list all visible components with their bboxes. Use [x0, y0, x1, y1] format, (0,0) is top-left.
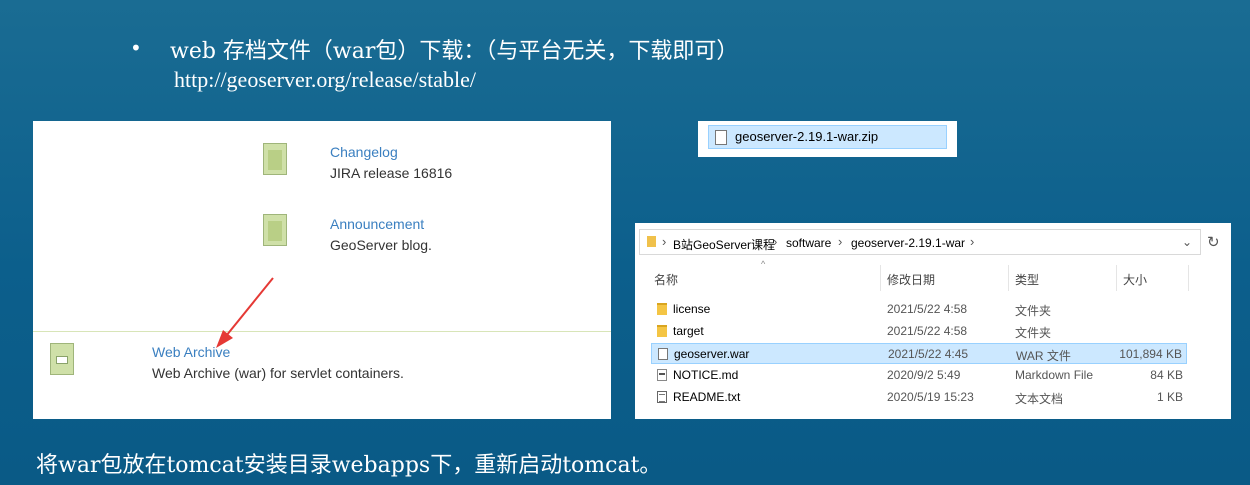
- file-name: license: [673, 302, 711, 316]
- file-type: Markdown File: [1015, 368, 1094, 382]
- file-row-geoserver-war[interactable]: geoserver.war 2021/5/22 4:45 WAR 文件 101,…: [651, 343, 1187, 364]
- slide-heading: web 存档文件（war包）下载：（与平台无关，下载即可）: [170, 39, 739, 64]
- file-size: 84 KB: [1150, 368, 1183, 382]
- column-divider[interactable]: [1116, 265, 1117, 291]
- file-type: 文件夹: [1015, 326, 1052, 340]
- breadcrumb-chevron-icon: ›: [773, 234, 778, 249]
- column-divider[interactable]: [1188, 265, 1189, 291]
- zip-file-name: geoserver-2.19.1-war.zip: [735, 129, 879, 144]
- address-bar[interactable]: › B站GeoServer课程 › software › geoserver-2…: [639, 229, 1201, 255]
- breadcrumb-chevron-icon: ›: [970, 234, 975, 249]
- address-dropdown-icon[interactable]: ⌄: [1182, 235, 1192, 249]
- zip-file-row[interactable]: geoserver-2.19.1-war.zip: [708, 125, 947, 149]
- file-name: geoserver.war: [674, 347, 750, 361]
- refresh-icon[interactable]: ↻: [1207, 233, 1220, 251]
- breadcrumb-chevron-icon: ›: [838, 234, 843, 249]
- column-header-size[interactable]: 大小: [1123, 271, 1147, 288]
- file-row-readme[interactable]: README.txt 2020/5/19 15:23 文本文档 1 KB: [651, 387, 1187, 408]
- file-type: 文件夹: [1015, 304, 1052, 318]
- file-size: 101,894 KB: [1119, 347, 1182, 361]
- file-row-target[interactable]: target 2021/5/22 4:58 文件夹: [651, 321, 1187, 342]
- file-date: 2021/5/22 4:58: [887, 302, 968, 316]
- column-divider[interactable]: [880, 265, 881, 291]
- release-page-panel: Changelog JIRA release 16816 Announcemen…: [33, 121, 611, 419]
- column-divider[interactable]: [1008, 265, 1009, 291]
- file-explorer: › B站GeoServer课程 › software › geoserver-2…: [635, 223, 1231, 419]
- instruction-text: 将war包放在tomcat安装目录webapps下，重新启动tomcat。: [36, 453, 662, 478]
- file-type: WAR 文件: [1016, 349, 1071, 363]
- file-date: 2021/5/22 4:58: [887, 324, 968, 338]
- breadcrumb-chevron-icon: ›: [662, 234, 667, 249]
- column-header-date[interactable]: 修改日期: [887, 271, 935, 288]
- column-header-name[interactable]: 名称: [654, 271, 678, 288]
- war-file-icon: [658, 348, 668, 360]
- file-size: 1 KB: [1156, 390, 1183, 404]
- zip-download-panel: geoserver-2.19.1-war.zip: [698, 121, 957, 157]
- breadcrumb-item[interactable]: geoserver-2.19.1-war: [851, 236, 965, 250]
- breadcrumb-item[interactable]: software: [786, 236, 831, 250]
- file-date: 2020/5/19 15:23: [887, 390, 974, 404]
- file-row-license[interactable]: license 2021/5/22 4:58 文件夹: [651, 299, 1187, 320]
- file-name: NOTICE.md: [673, 368, 739, 382]
- bullet-marker: •: [130, 36, 142, 60]
- folder-icon: [647, 236, 656, 247]
- folder-icon: [657, 325, 667, 337]
- file-row-notice[interactable]: NOTICE.md 2020/9/2 5:49 Markdown File 84…: [651, 365, 1187, 386]
- markdown-file-icon: [657, 369, 667, 381]
- zip-file-icon: [715, 130, 727, 145]
- text-file-icon: [657, 391, 667, 403]
- file-name: README.txt: [673, 390, 741, 404]
- folder-icon: [657, 303, 667, 315]
- breadcrumb-item[interactable]: B站GeoServer课程: [673, 236, 775, 253]
- file-date: 2020/9/2 5:49: [887, 368, 961, 382]
- file-name: target: [673, 324, 704, 338]
- sort-caret-icon: ^: [761, 259, 766, 269]
- file-type: 文本文档: [1015, 392, 1064, 406]
- column-header-type[interactable]: 类型: [1015, 271, 1039, 288]
- red-pointer-arrow: [216, 277, 274, 348]
- file-date: 2021/5/22 4:45: [888, 347, 969, 361]
- download-url: http://geoserver.org/release/stable/: [174, 67, 476, 92]
